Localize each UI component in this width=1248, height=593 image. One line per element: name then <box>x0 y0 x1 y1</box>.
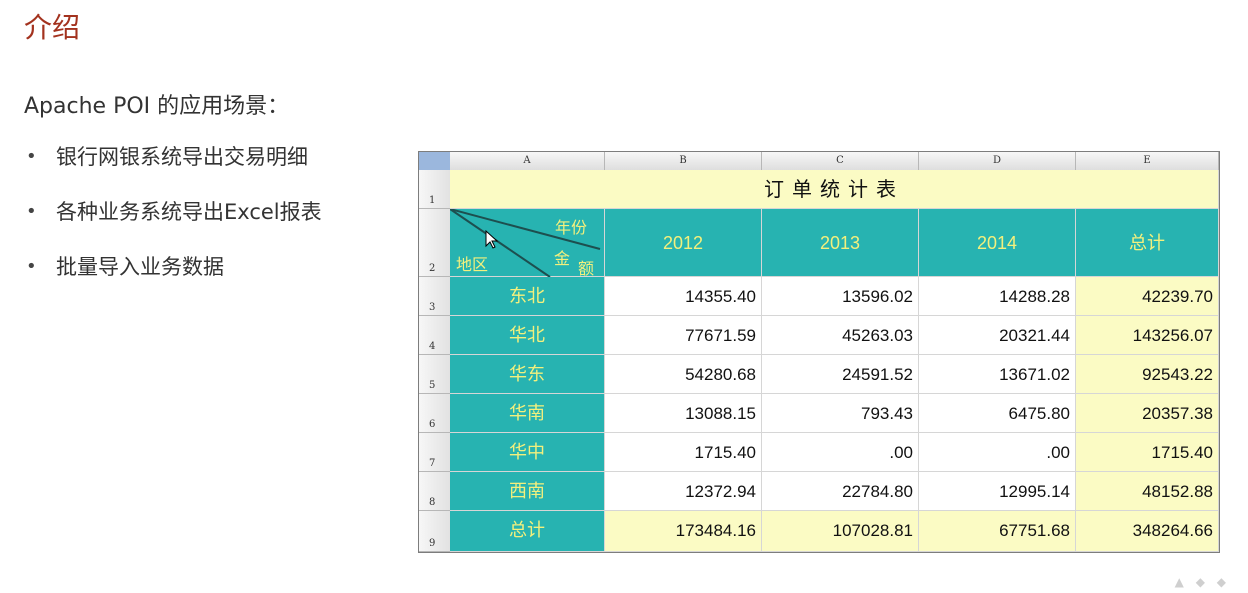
spreadsheet-image: A B C D E 1 2 3 4 5 6 7 8 9 订单统计表 年份金额地区 2012 2013 2014 总计东… <box>418 151 1220 553</box>
value-cell[interactable]: 13671.02 <box>919 355 1076 394</box>
bullet-list: • 银行网银系统导出交易明细 • 各种业务系统导出Excel报表 • 批量导入业务数据 <box>24 140 322 305</box>
column-title-cell[interactable]: 2013 <box>762 209 919 277</box>
bullet-dot-icon: • <box>26 201 37 222</box>
select-all-corner[interactable] <box>419 152 451 171</box>
column-title-cell[interactable]: 2014 <box>919 209 1076 277</box>
value-cell[interactable]: 14355.40 <box>605 277 762 316</box>
row-number: 6 <box>429 419 436 430</box>
value-cell[interactable]: 54280.68 <box>605 355 762 394</box>
bullet-dot-icon: • <box>26 146 37 167</box>
value-cell[interactable]: 77671.59 <box>605 316 762 355</box>
row-number: 1 <box>429 195 436 206</box>
corner-label-amount-2: 额 <box>578 259 595 278</box>
bullet-item: • 各种业务系统导出Excel报表 <box>24 195 322 250</box>
row-number: 2 <box>429 263 436 274</box>
bullet-text: 各种业务系统导出Excel报表 <box>56 200 322 224</box>
row-total-cell[interactable]: 42239.70 <box>1076 277 1219 316</box>
row-number: 7 <box>429 458 436 469</box>
value-cell[interactable]: 14288.28 <box>919 277 1076 316</box>
total-value-cell[interactable]: 348264.66 <box>1076 511 1219 552</box>
value-cell[interactable]: 13596.02 <box>762 277 919 316</box>
column-header[interactable]: B <box>605 152 762 171</box>
value-cell[interactable]: 24591.52 <box>762 355 919 394</box>
bullet-item: • 批量导入业务数据 <box>24 250 322 305</box>
column-header[interactable]: C <box>762 152 919 171</box>
total-value-cell[interactable]: 67751.68 <box>919 511 1076 552</box>
row-total-cell[interactable]: 143256.07 <box>1076 316 1219 355</box>
corner-label-amount-1: 金 <box>554 249 571 268</box>
value-cell[interactable]: 12995.14 <box>919 472 1076 511</box>
mouse-cursor-icon <box>485 230 499 249</box>
region-cell[interactable]: 华中 <box>450 433 605 472</box>
value-cell[interactable]: 13088.15 <box>605 394 762 433</box>
region-cell[interactable]: 华北 <box>450 316 605 355</box>
row-total-cell[interactable]: 92543.22 <box>1076 355 1219 394</box>
bullet-text: 银行网银系统导出交易明细 <box>56 145 308 169</box>
row-header[interactable]: 9 <box>419 511 451 552</box>
row-header[interactable]: 7 <box>419 433 451 472</box>
row-header[interactable]: 3 <box>419 277 451 316</box>
row-header[interactable]: 8 <box>419 472 451 511</box>
value-cell[interactable]: 45263.03 <box>762 316 919 355</box>
row-total-cell[interactable]: 48152.88 <box>1076 472 1219 511</box>
value-cell[interactable]: .00 <box>919 433 1076 472</box>
total-value-cell[interactable]: 107028.81 <box>762 511 919 552</box>
diagonal-header-cell[interactable]: 年份金额 地区 <box>450 209 605 278</box>
value-cell[interactable]: .00 <box>762 433 919 472</box>
total-value-cell[interactable]: 173484.16 <box>605 511 762 552</box>
bullet-dot-icon: • <box>26 256 37 277</box>
column-header[interactable]: D <box>919 152 1076 171</box>
column-title-cell[interactable]: 总计 <box>1076 209 1219 277</box>
bullet-item: • 银行网银系统导出交易明细 <box>24 140 322 195</box>
region-cell[interactable]: 东北 <box>450 277 605 316</box>
region-cell[interactable]: 华南 <box>450 394 605 433</box>
slide-title: 介绍 <box>24 11 81 44</box>
value-cell[interactable]: 20321.44 <box>919 316 1076 355</box>
value-cell[interactable]: 793.43 <box>762 394 919 433</box>
value-cell[interactable]: 22784.80 <box>762 472 919 511</box>
intro-text: Apache POI 的应用场景： <box>24 94 290 119</box>
corner-label-region: 地区 <box>456 255 489 274</box>
region-cell[interactable]: 西南 <box>450 472 605 511</box>
value-cell[interactable]: 12372.94 <box>605 472 762 511</box>
row-total-cell[interactable]: 1715.40 <box>1076 433 1219 472</box>
column-header[interactable]: E <box>1076 152 1219 171</box>
row-number: 9 <box>429 538 436 549</box>
column-header[interactable]: A <box>450 152 605 171</box>
row-number: 4 <box>429 341 436 352</box>
row-header[interactable]: 1 <box>419 170 451 209</box>
row-header[interactable]: 2 <box>419 209 451 277</box>
region-cell[interactable]: 华东 <box>450 355 605 394</box>
sheet-title-cell[interactable]: 订单统计表 <box>450 170 1219 209</box>
total-label-cell[interactable]: 总计 <box>450 511 605 552</box>
watermark: ▲ ◆ ◆ <box>1174 575 1230 589</box>
row-number: 8 <box>429 497 436 508</box>
row-header[interactable]: 5 <box>419 355 451 394</box>
row-total-cell[interactable]: 20357.38 <box>1076 394 1219 433</box>
row-header[interactable]: 6 <box>419 394 451 433</box>
row-number: 3 <box>429 302 436 313</box>
row-number: 5 <box>429 380 436 391</box>
bullet-text: 批量导入业务数据 <box>56 255 224 279</box>
value-cell[interactable]: 6475.80 <box>919 394 1076 433</box>
value-cell[interactable]: 1715.40 <box>605 433 762 472</box>
row-header[interactable]: 4 <box>419 316 451 355</box>
column-title-cell[interactable]: 2012 <box>605 209 762 277</box>
corner-label-year: 年份 <box>555 218 588 237</box>
